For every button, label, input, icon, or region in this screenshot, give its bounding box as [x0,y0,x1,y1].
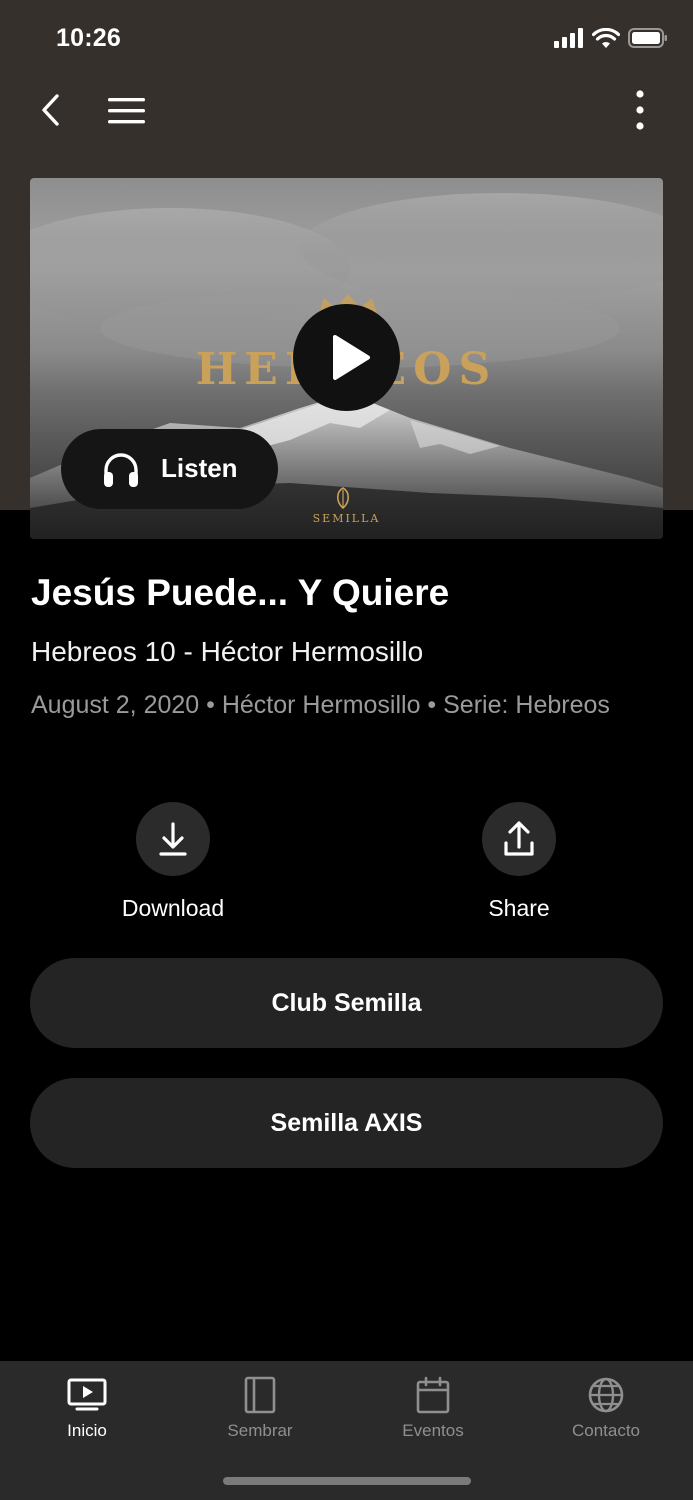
tab-contacto[interactable]: Contacto [531,1361,681,1451]
download-icon [159,822,187,856]
share-label: Share [488,895,550,921]
play-button[interactable] [293,304,400,411]
download-label: Download [121,895,225,921]
semilla-axis-button[interactable]: Semilla AXIS [30,1078,663,1168]
share-icon [504,821,534,856]
tab-label-contacto: Contacto [571,1421,641,1440]
listen-label: Listen [161,453,238,483]
tab-inicio[interactable]: Inicio [12,1361,162,1451]
calendar-icon [416,1376,450,1414]
sermon-artwork: HEBREOS SEMILLA Listen [30,178,663,539]
sermon-meta: August 2, 2020 • Héctor Hermosillo • Ser… [31,691,610,719]
download-icon-circle [136,802,210,876]
sermon-subtitle: Hebreos 10 - Héctor Hermosillo [31,636,424,667]
listen-button[interactable]: Listen [61,429,278,509]
tv-play-icon [67,1378,107,1411]
download-button[interactable]: Download [103,802,243,932]
club-semilla-button[interactable]: Club Semilla [30,958,663,1048]
cellular-signal-icon [554,28,586,48]
artwork-brand: SEMILLA [312,512,381,525]
headphones-icon [104,453,138,487]
tab-sembrar[interactable]: Sembrar [185,1361,335,1451]
tab-label-sembrar: Sembrar [227,1421,293,1440]
play-icon [333,335,370,380]
tab-label-eventos: Eventos [402,1421,464,1440]
share-icon-circle [482,802,556,876]
sermon-title: Jesús Puede... Y Quiere [31,572,450,613]
back-chevron-icon[interactable] [34,86,74,134]
sermon-detail-screen: 10:26 SEMILLA Listen Jesús Puede... Y Qu… [0,0,693,1500]
battery-icon [628,28,668,48]
status-time: 10:26 [56,24,121,52]
share-button[interactable]: Share [449,802,589,932]
status-icons [554,27,669,52]
globe-icon [588,1377,624,1413]
tab-label-inicio: Inicio [67,1421,107,1440]
hamburger-menu-icon[interactable] [104,94,150,128]
book-icon [244,1376,276,1414]
semilla-logo-icon [336,487,350,510]
tab-eventos[interactable]: Eventos [358,1361,508,1451]
home-indicator[interactable] [223,1477,471,1485]
wifi-icon [591,27,621,50]
more-vertical-icon[interactable] [622,88,658,134]
